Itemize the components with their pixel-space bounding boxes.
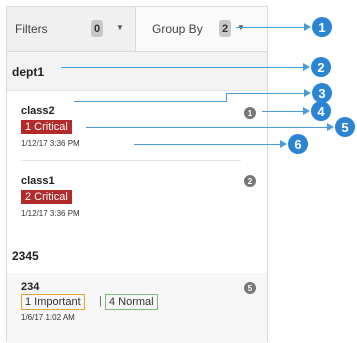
item-count-badge: 1 bbox=[244, 107, 256, 119]
item-count-badge: 2 bbox=[244, 175, 256, 187]
list-item[interactable]: class1 2 2 Critical 1/12/17 3:36 PM bbox=[7, 168, 267, 238]
divider bbox=[21, 160, 241, 161]
item-name: 234 bbox=[21, 281, 40, 293]
arrow-icon bbox=[327, 123, 334, 131]
item-timestamp: 1/12/17 3:36 PM bbox=[21, 139, 80, 148]
arrow-icon bbox=[303, 107, 310, 115]
group-header[interactable]: dept1 bbox=[7, 52, 267, 91]
group-by-button[interactable]: Group By 2 ▼ bbox=[136, 7, 267, 51]
toolbar: Filters 0 ▼ Group By 2 ▼ bbox=[7, 7, 267, 52]
callout-line bbox=[226, 93, 227, 102]
group-label: dept1 bbox=[12, 65, 45, 79]
group-label: 2345 bbox=[12, 249, 39, 263]
callout-line bbox=[134, 144, 280, 145]
normal-severity-badge: 4 Normal bbox=[105, 294, 158, 310]
alerts-panel: Filters 0 ▼ Group By 2 ▼ dept1 class2 1 … bbox=[6, 6, 268, 343]
arrow-icon bbox=[304, 23, 311, 31]
callout-line bbox=[262, 111, 303, 112]
item-name: class2 bbox=[21, 105, 55, 117]
callout-number: 1 bbox=[312, 17, 332, 37]
filters-count-badge: 0 bbox=[91, 20, 103, 37]
callout-line bbox=[74, 101, 226, 102]
arrow-icon bbox=[304, 89, 311, 97]
callout-number: 5 bbox=[335, 117, 355, 137]
arrow-icon bbox=[303, 63, 310, 71]
list-item[interactable]: 234 5 1 Important | 4 Normal 1/6/17 1:02… bbox=[7, 273, 267, 343]
callout-number: 4 bbox=[311, 101, 331, 121]
critical-severity-badge: 2 Critical bbox=[21, 190, 72, 204]
item-timestamp: 1/6/17 1:02 AM bbox=[21, 313, 75, 322]
item-name: class1 bbox=[21, 175, 55, 187]
severity-badges: 1 Important | 4 Normal bbox=[7, 294, 267, 310]
list-item[interactable]: class2 1 1 Critical 1/12/17 3:36 PM bbox=[7, 92, 267, 168]
important-severity-badge: 1 Important bbox=[21, 294, 85, 310]
group-header[interactable]: 2345 bbox=[7, 235, 267, 274]
callout-line bbox=[226, 93, 304, 94]
callout-number: 6 bbox=[288, 134, 308, 154]
chevron-down-icon: ▼ bbox=[116, 23, 124, 32]
critical-severity-badge: 1 Critical bbox=[21, 120, 72, 134]
filters-button[interactable]: Filters 0 ▼ bbox=[7, 7, 136, 51]
callout-line bbox=[236, 27, 304, 28]
callout-number: 2 bbox=[311, 57, 331, 77]
item-timestamp: 1/12/17 3:36 PM bbox=[21, 209, 80, 218]
group-by-label: Group By bbox=[152, 22, 203, 36]
callout-number: 3 bbox=[312, 83, 332, 103]
callout-line bbox=[61, 67, 303, 68]
callout-line bbox=[86, 127, 327, 128]
filters-label: Filters bbox=[15, 22, 48, 36]
arrow-icon bbox=[280, 140, 287, 148]
item-count-badge: 5 bbox=[244, 282, 256, 294]
group-by-count-badge: 2 bbox=[219, 20, 231, 37]
severity-separator: | bbox=[99, 295, 102, 307]
